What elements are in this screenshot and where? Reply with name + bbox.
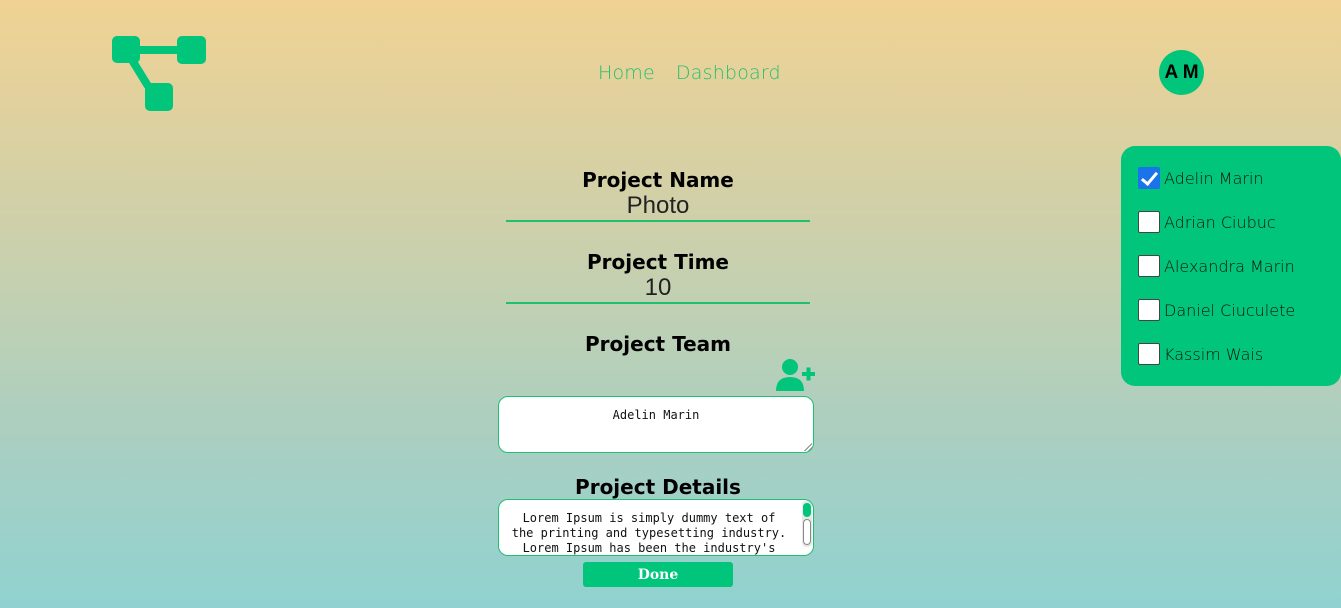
member-checkbox[interactable] (1138, 343, 1160, 365)
member-label: Kassim Wais (1164, 344, 1264, 364)
team-actions-row (498, 356, 818, 396)
main-nav: Home Dashboard (598, 62, 781, 84)
nav-home-link[interactable]: Home (598, 62, 655, 84)
member-label: Daniel Ciuculete (1164, 300, 1296, 320)
add-user-icon[interactable] (776, 358, 816, 392)
member-option[interactable]: Daniel Ciuculete (1138, 299, 1295, 321)
app-logo[interactable] (110, 34, 210, 114)
member-option[interactable]: Adelin Marin (1138, 167, 1264, 189)
resize-grip-icon[interactable] (804, 443, 812, 451)
done-button[interactable]: Done (583, 562, 733, 587)
project-time-input[interactable]: 10 (506, 274, 810, 304)
team-members-panel: Adelin Marin Adrian Ciubuc Alexandra Mar… (1121, 146, 1341, 386)
project-details-textarea[interactable]: Lorem Ipsum is simply dummy text of the … (498, 499, 814, 556)
project-details-text: Lorem Ipsum is simply dummy text of the … (511, 511, 787, 555)
member-checkbox[interactable] (1138, 255, 1160, 277)
member-label: Adelin Marin (1164, 168, 1264, 188)
project-team-textarea[interactable]: Adelin Marin (498, 396, 814, 453)
scrollbar-thumb[interactable] (803, 503, 811, 517)
nav-dashboard-link[interactable]: Dashboard (676, 62, 781, 84)
project-name-label: Project Name (582, 168, 734, 192)
member-label: Adrian Ciubuc (1164, 212, 1276, 232)
project-name-input[interactable]: Photo (506, 192, 810, 222)
member-option[interactable]: Adrian Ciubuc (1138, 211, 1276, 233)
user-avatar[interactable]: A M (1159, 50, 1204, 95)
project-team-text: Adelin Marin (612, 408, 700, 422)
project-team-label: Project Team (585, 332, 731, 356)
member-checkbox[interactable] (1138, 211, 1160, 233)
member-checkbox[interactable] (1138, 167, 1160, 189)
member-option[interactable]: Alexandra Marin (1138, 255, 1295, 277)
project-time-label: Project Time (587, 250, 729, 274)
member-label: Alexandra Marin (1164, 256, 1295, 276)
member-option[interactable]: Kassim Wais (1138, 343, 1263, 365)
scrollbar-track (803, 519, 811, 545)
project-form: Project Name Photo Project Time 10 Proje… (498, 168, 818, 587)
member-checkbox[interactable] (1138, 299, 1160, 321)
project-details-label: Project Details (575, 475, 741, 499)
details-scrollbar[interactable] (802, 501, 812, 547)
